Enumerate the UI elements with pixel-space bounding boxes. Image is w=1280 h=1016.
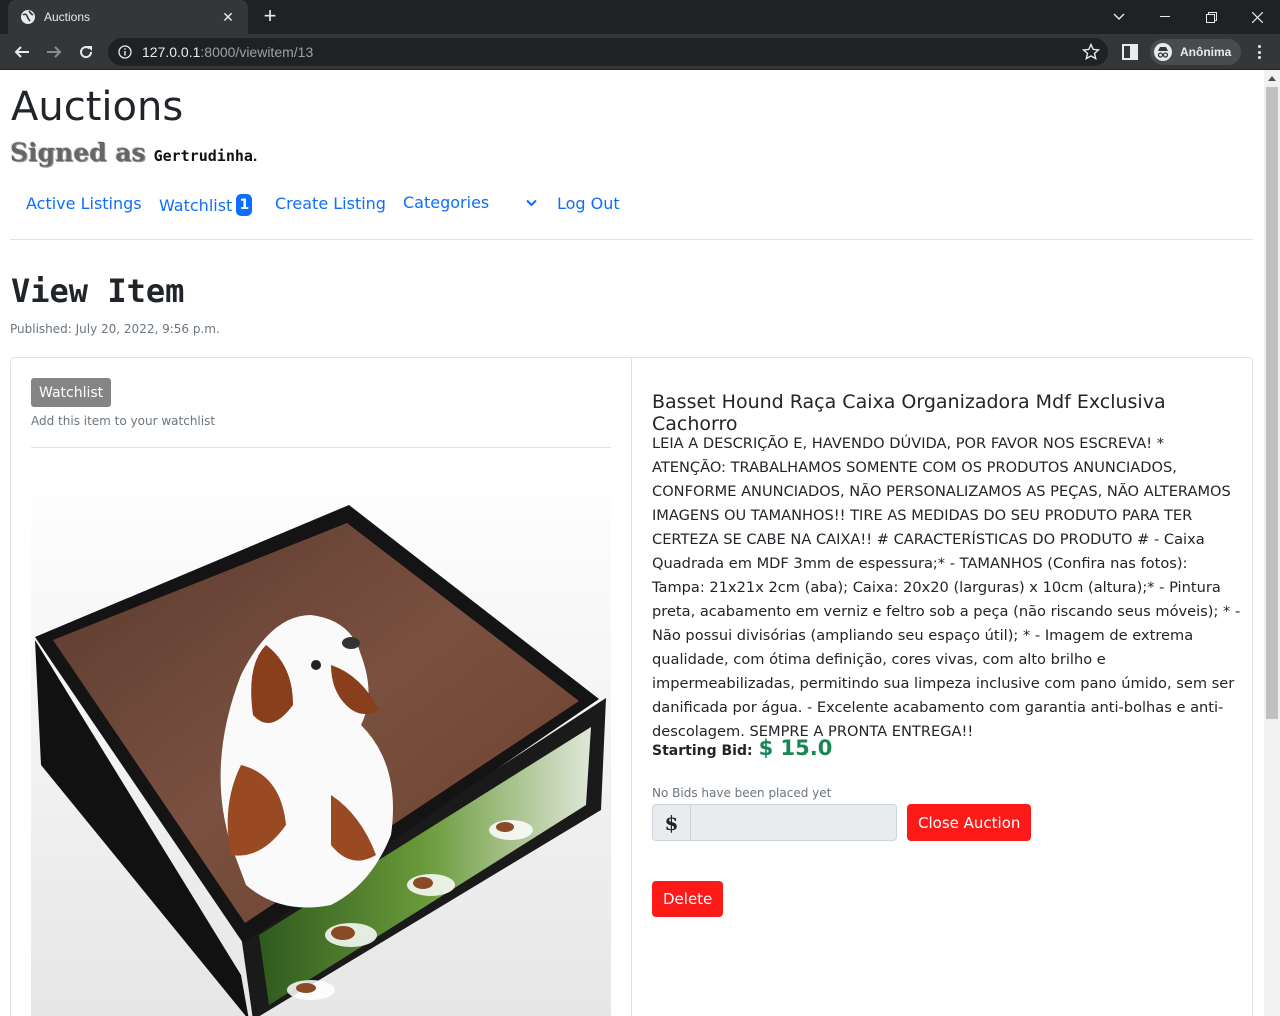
- add-to-watchlist-button[interactable]: Watchlist: [31, 378, 112, 407]
- site-title: Auctions: [11, 84, 184, 130]
- nav-categories-dropdown[interactable]: Categories: [403, 193, 489, 212]
- page-title: View Item: [11, 272, 185, 310]
- side-panel-icon[interactable]: [1120, 42, 1140, 62]
- new-tab-plus-icon[interactable]: +: [258, 5, 282, 29]
- url-text: 127.0.0.1:8000/viewitem/13: [142, 44, 313, 60]
- nav-logout[interactable]: Log Out: [557, 194, 620, 213]
- profile-label: Anônima: [1180, 45, 1232, 59]
- watchlist-count-badge: 1: [236, 194, 253, 216]
- tab-title: Auctions: [44, 10, 91, 24]
- starting-bid-price: $ 15.0: [758, 736, 833, 760]
- starting-bid-label: Starting Bid:: [652, 743, 753, 759]
- watchlist-help-text: Add this item to your watchlist: [31, 414, 216, 428]
- no-bids-text: No Bids have been placed yet: [652, 786, 832, 800]
- incognito-icon: [1154, 43, 1172, 61]
- bid-input-group: $: [652, 804, 897, 841]
- address-bar[interactable]: 127.0.0.1:8000/viewitem/13: [108, 38, 1108, 66]
- minimize-icon[interactable]: [1142, 0, 1188, 34]
- dollar-icon: $: [652, 804, 691, 841]
- published-date: Published: July 20, 2022, 9:56 p.m.: [10, 322, 220, 336]
- signed-suffix: .: [252, 148, 258, 165]
- bookmark-star-icon[interactable]: [1081, 42, 1101, 61]
- item-title: Basset Hound Raça Caixa Organizadora Mdf…: [652, 391, 1166, 435]
- chevron-down-icon[interactable]: [1108, 6, 1130, 28]
- reload-icon[interactable]: [72, 38, 100, 66]
- signed-in-status: Signed as Gertrudinha .: [10, 138, 257, 167]
- page-scrollbar[interactable]: [1264, 70, 1280, 1016]
- incognito-profile-chip[interactable]: Anônima: [1150, 39, 1242, 65]
- item-media-column: Watchlist Add this item to your watchlis…: [11, 358, 632, 1016]
- close-icon[interactable]: ✕: [218, 9, 238, 26]
- globe-icon: [20, 9, 36, 25]
- close-auction-button[interactable]: Close Auction: [907, 804, 1032, 841]
- kebab-menu-icon[interactable]: [1250, 42, 1268, 62]
- item-description: LEIA A DESCRIÇÃO E, HAVENDO DÚVIDA, POR …: [652, 435, 1241, 740]
- bid-amount-input[interactable]: [691, 804, 897, 841]
- site-nav: Active Listings Watchlist 1 Create Listi…: [10, 188, 1253, 240]
- username: Gertrudinha: [153, 147, 253, 165]
- scroll-thumb[interactable]: [1266, 87, 1278, 719]
- forward-arrow-icon[interactable]: [40, 38, 68, 66]
- delete-button[interactable]: Delete: [652, 881, 724, 917]
- nav-watchlist-label: Watchlist: [159, 195, 233, 215]
- signed-label: Signed as: [10, 138, 146, 167]
- url-path: :8000/viewitem/13: [200, 44, 314, 60]
- browser-toolbar: 127.0.0.1:8000/viewitem/13 Anônima: [0, 34, 1280, 70]
- window-controls: [1142, 0, 1280, 34]
- nav-create-listing[interactable]: Create Listing: [275, 194, 386, 213]
- browser-tabbar: Auctions ✕ +: [0, 0, 1280, 34]
- nav-active-listings[interactable]: Active Listings: [26, 194, 142, 213]
- product-image: [31, 465, 611, 1016]
- window-close-icon[interactable]: [1234, 0, 1280, 34]
- nav-watchlist[interactable]: Watchlist 1: [159, 194, 253, 216]
- starting-bid: Starting Bid: $ 15.0: [652, 736, 832, 760]
- restore-icon[interactable]: [1188, 0, 1234, 34]
- back-arrow-icon[interactable]: [8, 38, 36, 66]
- item-card: Watchlist Add this item to your watchlis…: [10, 357, 1253, 1016]
- scroll-up-arrow-icon[interactable]: [1264, 70, 1280, 86]
- page-viewport: Auctions Signed as Gertrudinha . Active …: [0, 70, 1264, 1016]
- info-icon[interactable]: [108, 45, 142, 59]
- url-host: 127.0.0.1: [142, 44, 201, 60]
- browser-tab[interactable]: Auctions ✕: [8, 0, 248, 34]
- divider: [31, 447, 611, 448]
- chevron-down-icon[interactable]: [526, 194, 540, 212]
